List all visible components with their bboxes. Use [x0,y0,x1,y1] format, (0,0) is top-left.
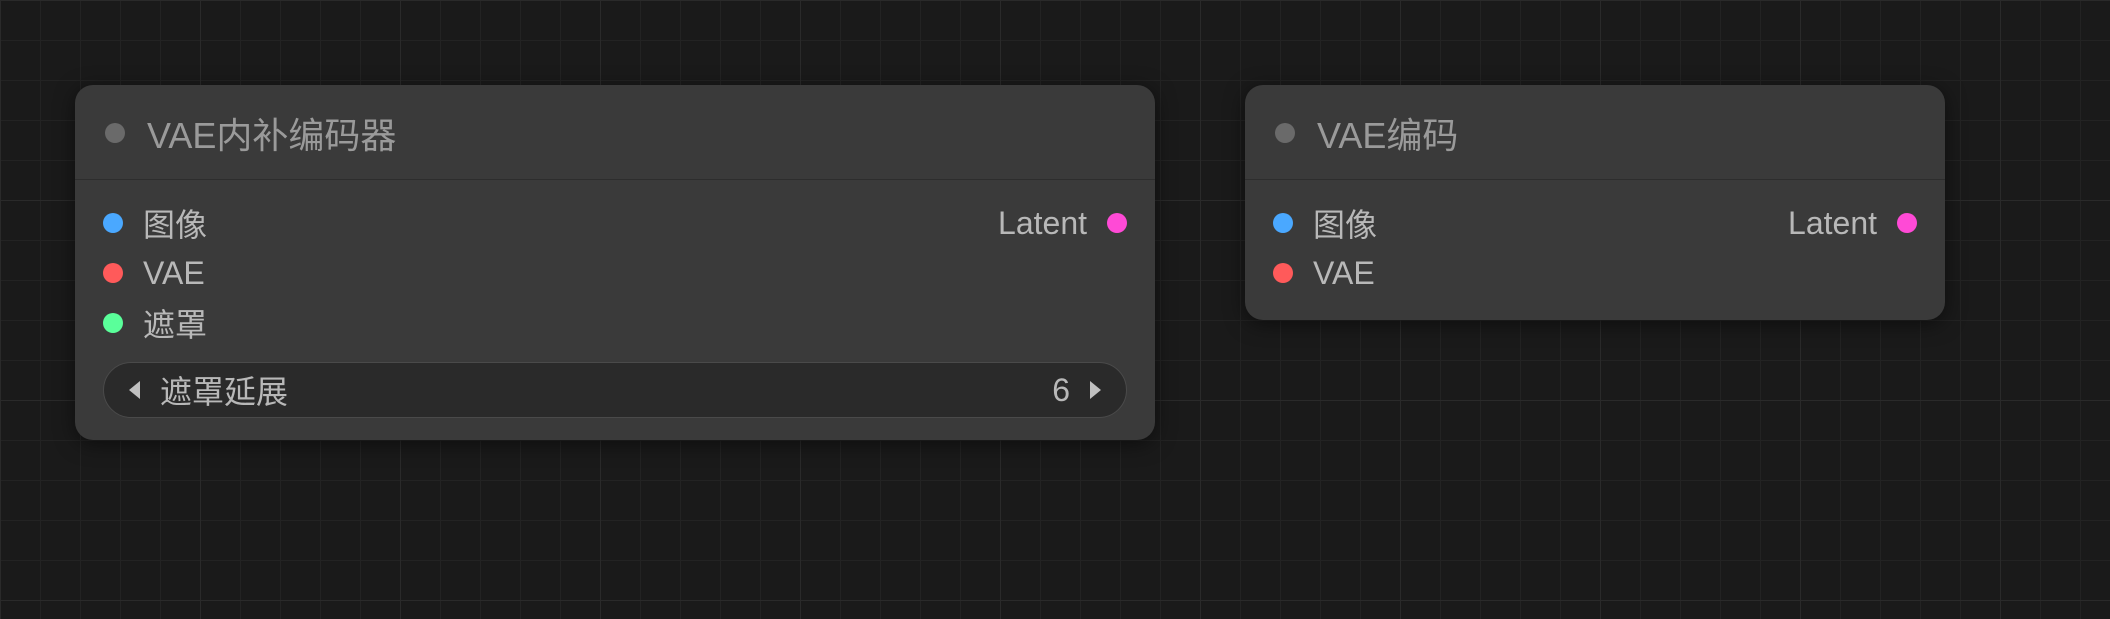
increment-arrow-icon[interactable] [1086,379,1104,401]
input-label: 图像 [1313,200,1377,246]
input-slot-mask[interactable]: 遮罩 [75,298,1155,348]
node-title: VAE编码 [1317,107,1458,159]
collapse-dot-icon[interactable] [105,123,125,143]
input-slot-image[interactable]: 图像 [1245,198,1945,248]
input-label: 图像 [143,200,207,246]
node-header[interactable]: VAE编码 [1245,85,1945,180]
input-dot-icon[interactable] [103,263,123,283]
node-vae-inpaint-encoder[interactable]: VAE内补编码器 Latent 图像 VAE 遮罩 遮罩延展 6 [75,85,1155,440]
node-header[interactable]: VAE内补编码器 [75,85,1155,180]
input-dot-icon[interactable] [103,313,123,333]
input-label: VAE [143,255,205,292]
input-label: 遮罩 [143,300,207,346]
input-dot-icon[interactable] [103,213,123,233]
input-slot-vae[interactable]: VAE [1245,248,1945,298]
widget-value[interactable]: 6 [1052,372,1070,409]
input-slot-image[interactable]: 图像 [75,198,1155,248]
input-dot-icon[interactable] [1273,263,1293,283]
collapse-dot-icon[interactable] [1275,123,1295,143]
input-slot-vae[interactable]: VAE [75,248,1155,298]
node-title: VAE内补编码器 [147,107,396,159]
widget-mask-grow[interactable]: 遮罩延展 6 [103,362,1127,418]
input-label: VAE [1313,255,1375,292]
widget-label: 遮罩延展 [160,367,288,413]
node-body: Latent 图像 VAE 遮罩 遮罩延展 6 [75,180,1155,440]
node-vae-encode[interactable]: VAE编码 Latent 图像 VAE [1245,85,1945,320]
node-body: Latent 图像 VAE [1245,180,1945,320]
input-dot-icon[interactable] [1273,213,1293,233]
decrement-arrow-icon[interactable] [126,379,144,401]
